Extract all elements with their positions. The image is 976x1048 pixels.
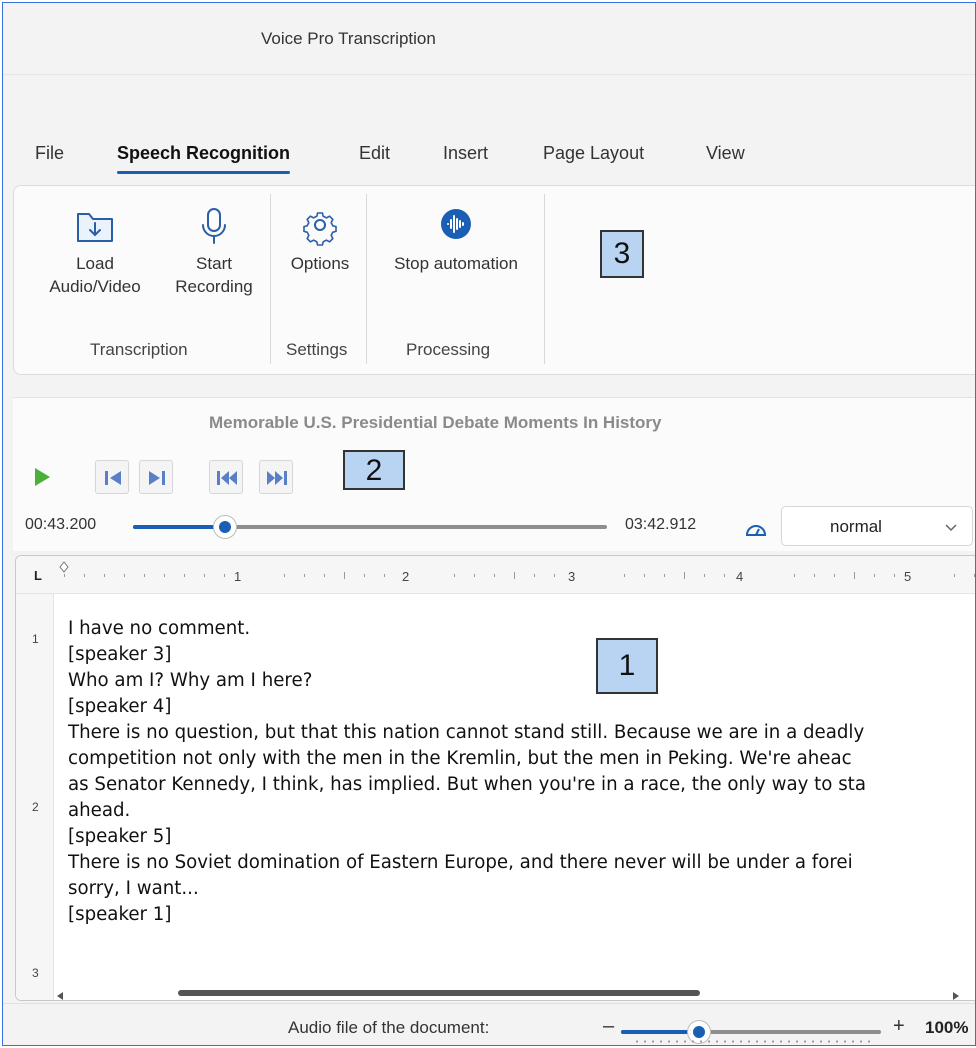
start-recording-button[interactable]: Start Recording [164, 206, 264, 298]
callout-badge-3: 3 [600, 230, 644, 278]
callout-badge-2: 2 [343, 450, 405, 490]
stop-automation-button[interactable]: Stop automation [374, 206, 538, 275]
tab-speech-recognition[interactable]: Speech Recognition [117, 143, 291, 174]
menu-bar: File Speech Recognition Edit Insert Page… [3, 75, 975, 183]
tab-page-layout[interactable]: Page Layout [543, 143, 644, 164]
callout-badge-1: 1 [596, 638, 658, 694]
ruler-number: 5 [904, 569, 912, 584]
vruler-number: 1 [32, 632, 39, 646]
transcript-line: as Senator Kennedy, I think, has implied… [68, 774, 866, 795]
tab-edit[interactable]: Edit [359, 143, 390, 164]
transcript-line: I have no comment. [68, 618, 251, 639]
microphone-icon [164, 206, 264, 246]
ribbon-group-processing: Stop automation Processing [366, 186, 544, 374]
vertical-scrollbar[interactable] [970, 594, 975, 984]
tab-insert[interactable]: Insert [443, 143, 488, 164]
scroll-right-icon[interactable] [952, 988, 960, 1000]
ruler-number: 1 [234, 569, 242, 584]
scroll-left-icon[interactable] [56, 988, 64, 1000]
options-button[interactable]: Options [278, 206, 362, 275]
media-player: Memorable U.S. Presidential Debate Momen… [13, 397, 975, 551]
ruler-number: 2 [402, 569, 410, 584]
skip-back-button[interactable] [95, 460, 129, 494]
transcript-line: Who am I? Why am I here? [68, 670, 313, 691]
ribbon-separator [544, 194, 545, 364]
playback-speed-select[interactable]: normal [781, 506, 973, 546]
media-title: Memorable U.S. Presidential Debate Momen… [209, 413, 662, 432]
transcript-line: sorry, I want... [68, 878, 199, 899]
transcript-line: competition not only with the men in the… [68, 748, 852, 769]
zoom-out-button[interactable]: – [603, 1015, 614, 1038]
horizontal-scrollbar[interactable] [54, 982, 972, 1000]
speaker-tag: [speaker 5] [68, 826, 172, 847]
load-label-line2: Audio/Video [49, 277, 141, 296]
transcript-line: ahead. [68, 800, 131, 821]
group-label-processing: Processing [406, 340, 491, 359]
ruler-number: 4 [736, 569, 744, 584]
speaker-tag: [speaker 3] [68, 644, 172, 665]
ribbon-group-transcription: Load Audio/Video Start Recording Transcr… [14, 186, 270, 374]
vruler-number: 3 [32, 966, 39, 980]
total-time: 03:42.912 [625, 516, 697, 533]
stop-automation-label: Stop automation [394, 254, 518, 273]
seek-thumb[interactable] [213, 515, 238, 539]
ribbon-group-settings: Options Settings [270, 186, 366, 374]
horizontal-scroll-thumb[interactable] [178, 990, 700, 996]
play-button[interactable] [25, 460, 59, 494]
options-label: Options [290, 254, 350, 273]
tab-stop-icon[interactable]: L [34, 568, 42, 583]
audio-wave-icon [374, 206, 538, 246]
tab-file[interactable]: File [35, 143, 64, 164]
zoom-slider[interactable] [621, 1030, 881, 1034]
transcript-line: There is no Soviet domination of Eastern… [68, 852, 853, 873]
title-bar: Voice Pro Transcription [3, 3, 975, 75]
current-time: 00:43.200 [25, 516, 97, 533]
vertical-ruler: 1 2 3 [16, 594, 54, 1000]
speaker-tag: [speaker 1] [68, 904, 172, 925]
group-label-transcription: Transcription [90, 340, 188, 359]
record-label-line1: Start [196, 254, 232, 273]
speaker-tag: [speaker 4] [68, 696, 172, 717]
rewind-button[interactable] [209, 460, 243, 494]
zoom-tick-marks [633, 1040, 873, 1043]
seek-progress [133, 525, 226, 529]
tab-view[interactable]: View [706, 143, 745, 164]
fast-forward-button[interactable] [259, 460, 293, 494]
audio-file-label: Audio file of the document: [288, 1018, 490, 1037]
speedometer-icon [745, 521, 767, 542]
load-audio-video-button[interactable]: Load Audio/Video [36, 206, 154, 298]
group-label-settings: Settings [286, 340, 348, 359]
load-label-line1: Load [76, 254, 114, 273]
zoom-percent: 100% [925, 1018, 969, 1037]
ruler-number: 3 [568, 569, 576, 584]
folder-download-icon [36, 206, 154, 246]
gear-icon [278, 206, 362, 246]
skip-forward-button[interactable] [139, 460, 173, 494]
zoom-in-button[interactable]: + [893, 1015, 905, 1038]
status-bar: Audio file of the document: – + 100% [3, 1003, 975, 1045]
app-window: Voice Pro Transcription File Speech Reco… [2, 2, 976, 1046]
record-label-line2: Recording [175, 277, 253, 296]
seek-slider[interactable] [133, 525, 607, 529]
transcript-text[interactable]: I have no comment. [speaker 3] Who am I?… [68, 616, 958, 986]
vruler-number: 2 [32, 800, 39, 814]
document-editor[interactable]: L 1 2 3 4 5 1 2 3 I have no comment. [sp… [15, 555, 975, 1001]
speed-value: normal [830, 517, 882, 536]
chevron-down-icon [944, 519, 958, 537]
ribbon-toolbar: Load Audio/Video Start Recording Transcr… [13, 185, 975, 375]
transcript-line: There is no question, but that this nati… [68, 722, 865, 743]
window-title: Voice Pro Transcription [261, 29, 436, 48]
horizontal-ruler: L 1 2 3 4 5 [16, 556, 975, 594]
